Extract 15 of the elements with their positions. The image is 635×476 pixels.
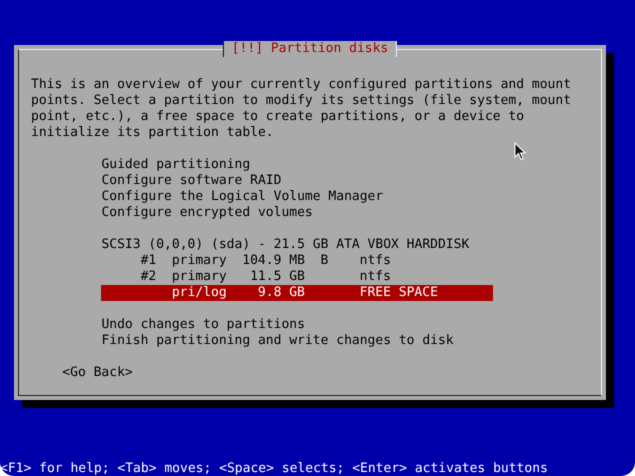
partition-row[interactable]: pri/log 9.8 GB FREE SPACE [101,285,493,301]
menu-item[interactable]: Finish partitioning and write changes to disk [101,333,493,349]
partition-row[interactable]: #2 primary 11.5 GB ntfs [101,269,493,285]
help-line: <F1> for help; <Tab> moves; <Space> selects; <Enter> activates buttons [0,461,548,476]
menu-item[interactable]: Undo changes to partitions [101,317,493,333]
menu-item[interactable]: Guided partitioning [101,157,493,173]
menu-item[interactable]: Configure software RAID [101,173,493,189]
pointer-icon [514,142,526,161]
disk-row[interactable]: SCSI3 (0,0,0) (sda) - 21.5 GB ATA VBOX HARDDISK [101,237,493,253]
go-back-button[interactable]: <Go Back> [62,365,133,381]
menu-item[interactable]: Configure the Logical Volume Manager [101,189,493,205]
description-text: This is an overview of your currently configured partitions and mount points. Select a partition to modify its settings (file system, mount point, etc.), a free space to create partitions, or a device to initialize its partition table. [31,77,572,141]
partition-row[interactable]: #1 primary 104.9 MB B ntfs [101,253,493,269]
menu-item[interactable]: Configure encrypted volumes [101,205,493,221]
dialog-title: [!!] Partition disks [222,41,398,57]
